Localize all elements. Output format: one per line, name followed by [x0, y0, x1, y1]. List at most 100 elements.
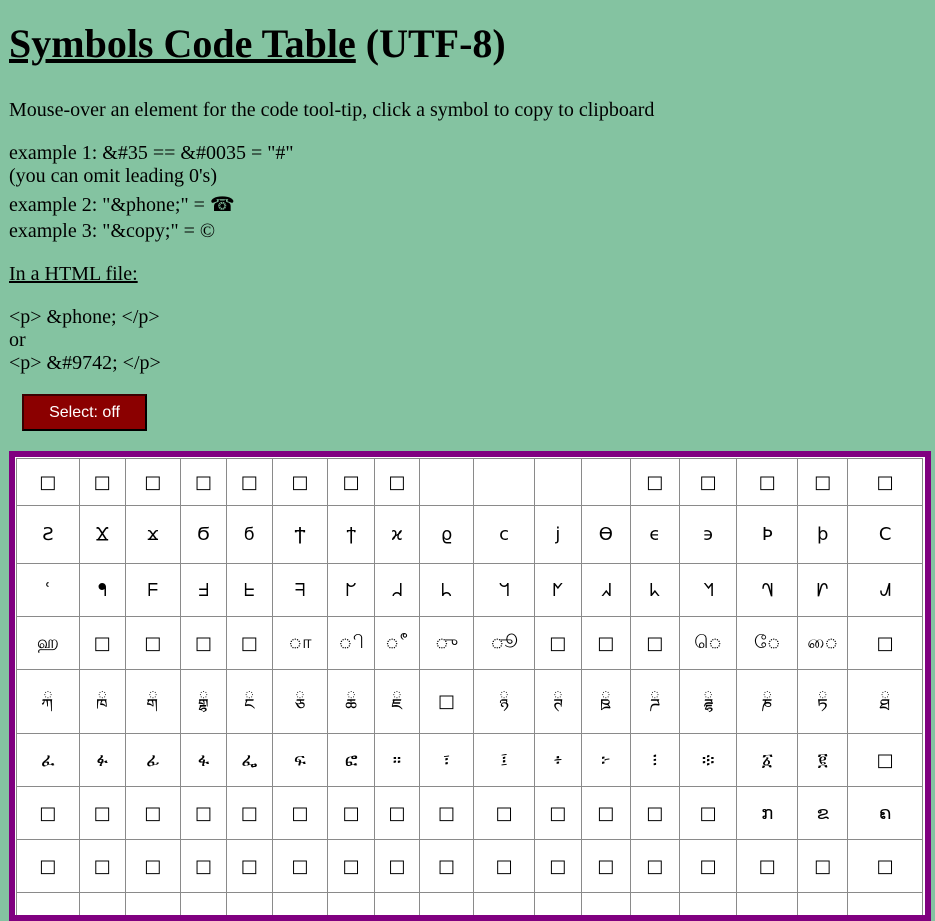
symbol-cell[interactable]: ፦	[581, 734, 630, 787]
symbol-cell[interactable]: ϫ	[125, 506, 180, 564]
symbol-cell[interactable]: ே	[737, 617, 798, 670]
symbol-cell[interactable]: Ϯ	[272, 506, 327, 564]
symbol-cell[interactable]: ᖿ	[679, 564, 737, 617]
symbol-cell[interactable]: ᖽ	[581, 564, 630, 617]
symbol-cell[interactable]: Ƨ	[17, 506, 80, 564]
symbol-cell[interactable]	[630, 893, 679, 921]
symbol-cell[interactable]: □	[630, 787, 679, 840]
symbol-cell[interactable]: ᖻ	[474, 564, 535, 617]
symbol-cell[interactable]: ᗀ	[737, 564, 798, 617]
symbol-cell[interactable]: □	[226, 787, 272, 840]
symbol-cell[interactable]: ྙ	[474, 670, 535, 734]
symbol-cell[interactable]: □	[125, 787, 180, 840]
symbol-cell[interactable]: □	[679, 459, 737, 506]
symbol-cell[interactable]: ᖶ	[226, 564, 272, 617]
symbol-cell[interactable]: ྒྷ	[181, 670, 227, 734]
symbol-cell[interactable]: ᖹ	[375, 564, 420, 617]
symbol-cell[interactable]: □	[375, 787, 420, 840]
symbol-cell[interactable]: □	[630, 459, 679, 506]
symbol-cell[interactable]: ᗂ	[848, 564, 923, 617]
symbol-cell[interactable]: □	[798, 459, 848, 506]
symbol-cell[interactable]: ྖ	[328, 670, 375, 734]
symbol-cell[interactable]: □	[737, 459, 798, 506]
symbol-cell[interactable]	[375, 893, 420, 921]
symbol-cell[interactable]: ீ	[375, 617, 420, 670]
symbol-cell[interactable]: ஹ	[17, 617, 80, 670]
symbol-cell[interactable]: ྐ	[17, 670, 80, 734]
symbol-cell[interactable]	[679, 893, 737, 921]
symbol-cell[interactable]: □	[79, 840, 125, 893]
symbol-cell[interactable]: □	[328, 459, 375, 506]
symbol-cell[interactable]: ፧	[630, 734, 679, 787]
symbol-cell[interactable]: □	[581, 840, 630, 893]
symbol-cell[interactable]: □	[181, 787, 227, 840]
symbol-cell[interactable]: ᖷ	[272, 564, 327, 617]
symbol-cell[interactable]: □	[419, 840, 473, 893]
symbol-cell[interactable]: □	[581, 617, 630, 670]
symbol-cell[interactable]: Ϫ	[79, 506, 125, 564]
symbol-cell[interactable]	[534, 459, 581, 506]
symbol-cell[interactable]: ፈ	[17, 734, 80, 787]
symbol-cell[interactable]: ϭ	[226, 506, 272, 564]
symbol-cell[interactable]: ྒ	[125, 670, 180, 734]
symbol-cell[interactable]: ா	[272, 617, 327, 670]
symbol-cell[interactable]: ϯ	[328, 506, 375, 564]
symbol-cell[interactable]	[737, 893, 798, 921]
symbol-cell[interactable]: ྔ	[226, 670, 272, 734]
symbol-cell[interactable]: □	[79, 459, 125, 506]
symbol-cell[interactable]: □	[474, 787, 535, 840]
symbol-cell[interactable]: ϳ	[534, 506, 581, 564]
title-link[interactable]: Symbols Code Table	[9, 21, 356, 66]
symbol-cell[interactable]	[125, 893, 180, 921]
symbol-cell[interactable]: ྜ	[630, 670, 679, 734]
symbol-cell[interactable]: □	[534, 617, 581, 670]
symbol-cell[interactable]	[79, 893, 125, 921]
symbol-cell[interactable]: □	[581, 787, 630, 840]
symbol-cell[interactable]: ຂ	[798, 787, 848, 840]
symbol-cell[interactable]: □	[79, 617, 125, 670]
symbol-cell[interactable]: ፉ	[79, 734, 125, 787]
symbol-cell[interactable]: Ϭ	[181, 506, 227, 564]
symbol-cell[interactable]: ᖺ	[419, 564, 473, 617]
symbol-cell[interactable]: ྑ	[79, 670, 125, 734]
symbol-cell[interactable]: □	[848, 617, 923, 670]
symbol-cell[interactable]	[181, 893, 227, 921]
symbol-cell[interactable]: □	[125, 840, 180, 893]
symbol-cell[interactable]: ፎ	[328, 734, 375, 787]
symbol-cell[interactable]	[17, 893, 80, 921]
symbol-cell[interactable]: □	[328, 840, 375, 893]
symbol-cell[interactable]: □	[375, 840, 420, 893]
symbol-cell[interactable]: ϵ	[630, 506, 679, 564]
symbol-cell[interactable]: □	[737, 840, 798, 893]
symbol-cell[interactable]: ፋ	[181, 734, 227, 787]
symbol-cell[interactable]: □	[17, 840, 80, 893]
symbol-cell[interactable]: □	[125, 617, 180, 670]
symbol-cell[interactable]: ྕ	[272, 670, 327, 734]
symbol-cell[interactable]: □	[79, 787, 125, 840]
symbol-cell[interactable]	[798, 893, 848, 921]
symbol-cell[interactable]: □	[375, 459, 420, 506]
symbol-cell[interactable]: ፥	[534, 734, 581, 787]
symbol-cell[interactable]: □	[630, 617, 679, 670]
symbol-cell[interactable]: ፊ	[125, 734, 180, 787]
symbol-cell[interactable]: □	[226, 459, 272, 506]
symbol-cell[interactable]: ᖵ	[181, 564, 227, 617]
symbol-cell[interactable]: ྠ	[848, 670, 923, 734]
symbol-cell[interactable]: ெ	[679, 617, 737, 670]
symbol-cell[interactable]: ྚ	[534, 670, 581, 734]
symbol-cell[interactable]: ྞ	[737, 670, 798, 734]
symbol-cell[interactable]: □	[798, 840, 848, 893]
symbol-cell[interactable]: ᖸ	[328, 564, 375, 617]
symbol-cell[interactable]: ፤	[474, 734, 535, 787]
symbol-cell[interactable]: Ϲ	[848, 506, 923, 564]
symbol-cell[interactable]: ྗ	[375, 670, 420, 734]
symbol-cell[interactable]: ກ	[737, 787, 798, 840]
symbol-cell[interactable]: □	[474, 840, 535, 893]
symbol-cell[interactable]: □	[17, 459, 80, 506]
symbol-cell[interactable]: □	[630, 840, 679, 893]
symbol-cell[interactable]: □	[181, 617, 227, 670]
symbol-cell[interactable]: □	[679, 787, 737, 840]
symbol-cell[interactable]: ᗁ	[798, 564, 848, 617]
select-toggle-button[interactable]: Select: off	[22, 394, 147, 431]
symbol-cell[interactable]: □	[226, 840, 272, 893]
